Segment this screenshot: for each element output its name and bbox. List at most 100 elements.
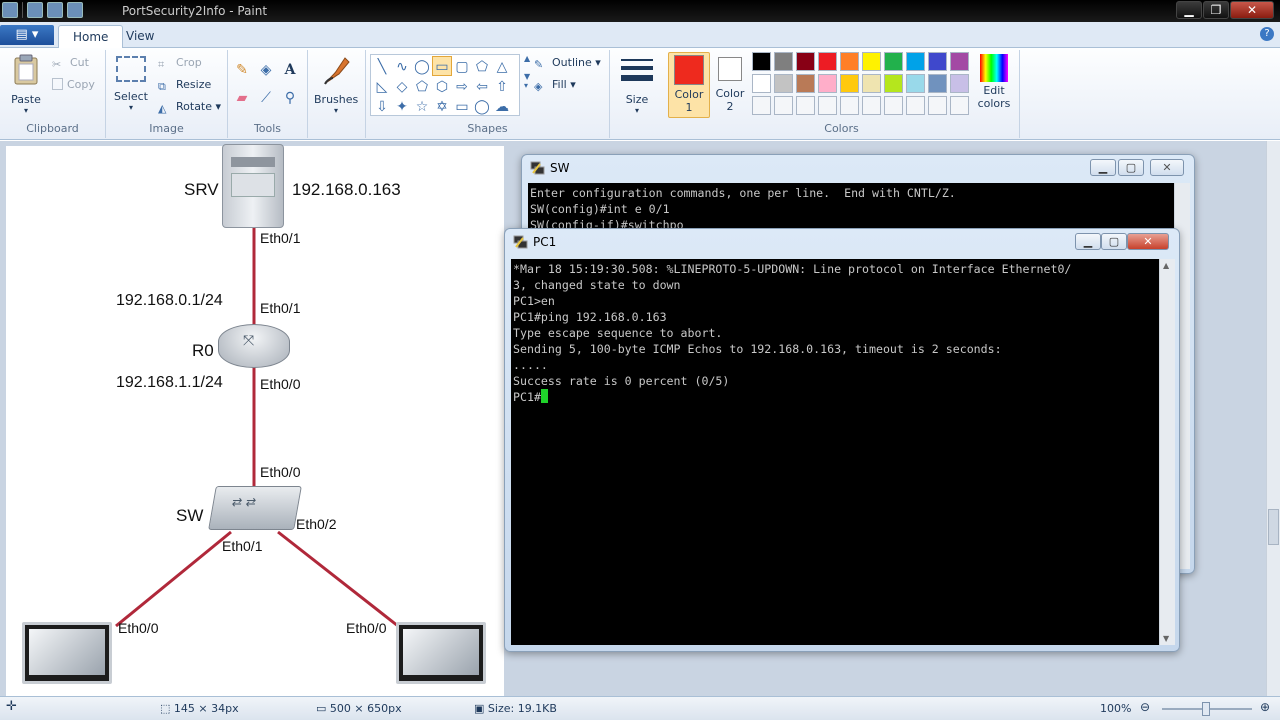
palette-swatch[interactable] — [796, 52, 815, 71]
file-menu-button[interactable]: ▤ ▾ — [0, 25, 54, 45]
color2-button[interactable]: Color 2 — [712, 54, 748, 113]
sw-minimize-button[interactable]: ▁ — [1090, 159, 1116, 176]
paint-app-icon[interactable] — [2, 2, 18, 18]
palette-swatch[interactable] — [796, 74, 815, 93]
right-triangle-shape-icon[interactable]: ◺ — [372, 77, 392, 97]
curve-shape-icon[interactable]: ∿ — [392, 57, 412, 77]
palette-swatch[interactable] — [818, 52, 837, 71]
size-button[interactable]: Size ▾ — [618, 56, 656, 115]
restore-button[interactable]: ❐ — [1203, 1, 1229, 19]
pentagon-shape-icon[interactable]: ⬠ — [412, 77, 432, 97]
diamond-shape-icon[interactable]: ◇ — [392, 77, 412, 97]
custom-color-slot[interactable] — [752, 96, 771, 115]
custom-color-slot[interactable] — [818, 96, 837, 115]
zoom-slider-thumb[interactable] — [1202, 702, 1210, 716]
crop-button[interactable]: ⌗ Crop — [158, 56, 202, 71]
shapes-gallery[interactable]: ╲ ∿ ◯ ▭ ▢ ⬠ △ ◺ ◇ ⬠ ⬡ ⇨ ⇦ ⇧ ⇩ ✦ ☆ ✡ ▭ ◯ ☁ — [370, 54, 520, 116]
palette-swatch[interactable] — [752, 74, 771, 93]
oval-callout-icon[interactable]: ◯ — [472, 97, 492, 117]
rectangle-shape-icon[interactable]: ▭ — [432, 56, 452, 76]
polygon-shape-icon[interactable]: ⬠ — [472, 57, 492, 77]
vertical-scrollbar[interactable] — [1266, 141, 1280, 696]
palette-swatch[interactable] — [840, 52, 859, 71]
palette-swatch[interactable] — [906, 74, 925, 93]
pc1-minimize-button[interactable]: ▁ — [1075, 233, 1101, 250]
pc1-terminal-output[interactable]: *Mar 18 15:19:30.508: %LINEPROTO-5-UPDOW… — [511, 259, 1159, 645]
left-arrow-shape-icon[interactable]: ⇦ — [472, 77, 492, 97]
four-point-star-icon[interactable]: ✦ — [392, 97, 412, 117]
paste-button[interactable]: Paste ▾ — [8, 54, 44, 115]
paint-canvas[interactable]: ⤧ ⇄ ⇄ SRV 192.168.0.163 Eth0/1 Eth0/1 19… — [6, 144, 504, 696]
rotate-button[interactable]: ◭ Rotate ▾ — [158, 100, 221, 115]
resize-button[interactable]: ⧉ Resize — [158, 78, 211, 93]
text-tool-icon[interactable]: A — [280, 60, 300, 80]
hexagon-shape-icon[interactable]: ⬡ — [432, 77, 452, 97]
outline-button[interactable]: ✎ Outline ▾ — [534, 56, 601, 71]
outline-label: Outline — [552, 56, 592, 69]
palette-swatch[interactable] — [774, 74, 793, 93]
custom-color-slot[interactable] — [862, 96, 881, 115]
custom-color-slot[interactable] — [950, 96, 969, 115]
undo-icon[interactable] — [47, 2, 63, 18]
zoom-in-button[interactable]: ⊕ — [1260, 700, 1270, 714]
rounded-rectangle-shape-icon[interactable]: ▢ — [452, 57, 472, 77]
custom-color-slot[interactable] — [840, 96, 859, 115]
close-button[interactable]: ✕ — [1230, 1, 1274, 19]
up-arrow-shape-icon[interactable]: ⇧ — [492, 77, 512, 97]
palette-swatch[interactable] — [862, 52, 881, 71]
palette-swatch[interactable] — [818, 74, 837, 93]
cut-button[interactable]: ✂ Cut — [52, 56, 89, 71]
brushes-button[interactable]: Brushes ▾ — [314, 54, 358, 115]
save-icon[interactable] — [27, 2, 43, 18]
palette-swatch[interactable] — [752, 52, 771, 71]
line-shape-icon[interactable]: ╲ — [372, 57, 392, 77]
palette-swatch[interactable] — [950, 52, 969, 71]
palette-swatch[interactable] — [906, 52, 925, 71]
custom-color-slot[interactable] — [906, 96, 925, 115]
fill-bucket-icon[interactable]: ◈ — [256, 60, 276, 80]
pc1-close-button[interactable]: ✕ — [1127, 233, 1169, 250]
oval-shape-icon[interactable]: ◯ — [412, 57, 432, 77]
select-button[interactable]: Select ▾ — [112, 56, 150, 112]
help-icon[interactable]: ? — [1260, 27, 1274, 41]
five-point-star-icon[interactable]: ☆ — [412, 97, 432, 117]
eraser-icon[interactable]: ▰ — [232, 88, 252, 108]
color1-button[interactable]: Color 1 — [668, 52, 710, 118]
fill-button[interactable]: ◈ Fill ▾ — [534, 78, 576, 93]
custom-color-slot[interactable] — [928, 96, 947, 115]
rect-callout-icon[interactable]: ▭ — [452, 97, 472, 117]
triangle-shape-icon[interactable]: △ — [492, 57, 512, 77]
right-arrow-shape-icon[interactable]: ⇨ — [452, 77, 472, 97]
shapes-scroll-up[interactable]: ▲ ▼ ▾ — [524, 54, 530, 90]
sw-close-button[interactable]: ✕ — [1150, 159, 1184, 176]
pencil-icon[interactable]: ✎ — [232, 60, 252, 80]
palette-swatch[interactable] — [884, 74, 903, 93]
minimize-button[interactable]: ▁ — [1176, 1, 1202, 19]
copy-button[interactable]: Copy — [52, 78, 95, 91]
color-picker-icon[interactable]: ⟋ — [256, 88, 276, 108]
palette-swatch[interactable] — [928, 52, 947, 71]
down-arrow-shape-icon[interactable]: ⇩ — [372, 97, 392, 117]
palette-swatch[interactable] — [950, 74, 969, 93]
zoom-out-button[interactable]: ⊖ — [1140, 700, 1150, 714]
pc1-terminal-window[interactable]: PC1 ▁ ▢ ✕ *Mar 18 15:19:30.508: %LINEPRO… — [504, 228, 1180, 652]
palette-swatch[interactable] — [774, 52, 793, 71]
palette-swatch[interactable] — [840, 74, 859, 93]
custom-color-slot[interactable] — [774, 96, 793, 115]
magnifier-icon[interactable]: ⚲ — [280, 88, 300, 108]
custom-color-slot[interactable] — [884, 96, 903, 115]
scroll-thumb[interactable] — [1268, 509, 1279, 545]
edit-colors-button[interactable]: Edit colors — [974, 54, 1014, 110]
sw-maximize-button[interactable]: ▢ — [1118, 159, 1144, 176]
six-point-star-icon[interactable]: ✡ — [432, 97, 452, 117]
palette-swatch[interactable] — [928, 74, 947, 93]
tab-view[interactable]: View — [112, 25, 168, 48]
pc1-scrollbar[interactable]: ▲ ▼ — [1159, 259, 1175, 645]
palette-swatch[interactable] — [884, 52, 903, 71]
redo-icon[interactable] — [67, 2, 83, 18]
cloud-callout-icon[interactable]: ☁ — [492, 97, 512, 117]
palette-swatch[interactable] — [862, 74, 881, 93]
custom-color-slot[interactable] — [796, 96, 815, 115]
terminal-line: SW(config)#int e 0/1 — [530, 202, 670, 216]
pc1-maximize-button[interactable]: ▢ — [1101, 233, 1127, 250]
